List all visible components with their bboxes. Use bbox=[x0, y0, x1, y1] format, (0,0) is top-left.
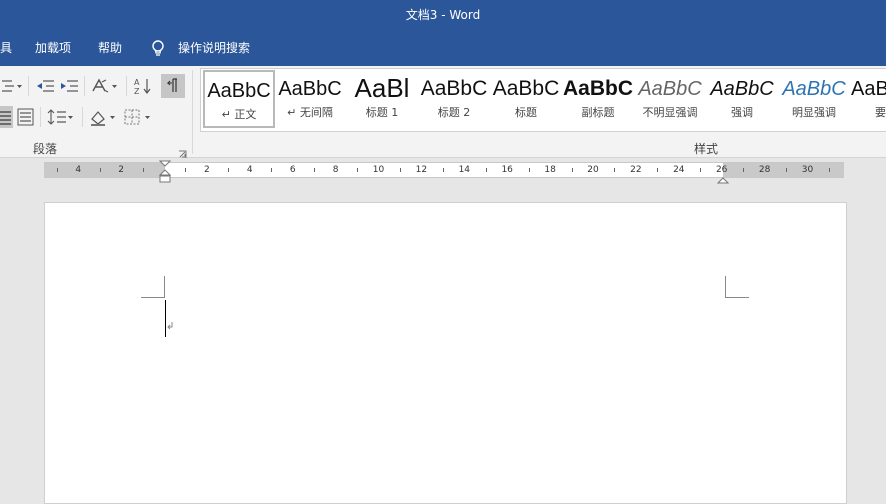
style-heading-1[interactable]: AaBl 标题 1 bbox=[347, 70, 417, 126]
svg-text:Z: Z bbox=[134, 87, 140, 96]
ruler-tick bbox=[528, 168, 530, 172]
group-divider bbox=[192, 70, 193, 154]
styles-group-label: 样式 bbox=[694, 142, 719, 156]
ruler-tick bbox=[743, 168, 745, 172]
ruler-tick bbox=[571, 168, 573, 172]
style-normal[interactable]: AaBbC ↵ 正文 bbox=[203, 70, 275, 128]
ruler-tick bbox=[786, 168, 788, 172]
document-page[interactable] bbox=[44, 202, 847, 504]
ruler-tick bbox=[314, 168, 316, 172]
show-marks-button[interactable] bbox=[161, 74, 185, 98]
divider bbox=[28, 76, 29, 96]
ruler-tick bbox=[56, 168, 58, 172]
style-heading-2[interactable]: AaBbC 标题 2 bbox=[419, 70, 489, 126]
style-strong-partial[interactable]: AaB 要 bbox=[851, 70, 886, 126]
ruler-label: 8 bbox=[332, 165, 339, 175]
ruler-label: 12 bbox=[415, 165, 428, 175]
distributed-align-icon[interactable] bbox=[16, 107, 36, 127]
increase-indent-icon[interactable] bbox=[58, 76, 80, 96]
ruler-label: 2 bbox=[204, 165, 210, 175]
ruler-tick bbox=[657, 168, 659, 172]
ruler-label: 16 bbox=[501, 165, 513, 175]
ruler-label: 14 bbox=[458, 165, 471, 175]
ruler-tick bbox=[485, 168, 487, 172]
ruler-label: 18 bbox=[544, 165, 556, 175]
ruler-label: 30 bbox=[801, 165, 814, 175]
ruler-label: 28 bbox=[758, 165, 771, 175]
indent-markers-icon[interactable] bbox=[158, 160, 172, 184]
ruler-tick bbox=[828, 168, 830, 172]
line-spacing-icon[interactable] bbox=[46, 107, 76, 127]
sort-icon[interactable]: AZ bbox=[132, 76, 154, 96]
ruler-label: 4 bbox=[75, 165, 82, 175]
divider bbox=[84, 76, 85, 96]
ruler-tick bbox=[700, 168, 702, 172]
divider bbox=[82, 107, 83, 127]
lightbulb-icon[interactable] bbox=[151, 40, 165, 58]
crop-mark-top-right bbox=[725, 276, 726, 298]
crop-mark-top-right bbox=[725, 297, 749, 298]
justify-button[interactable] bbox=[0, 106, 13, 128]
ruler-left-margin bbox=[44, 163, 165, 177]
multilevel-list-icon[interactable] bbox=[0, 76, 24, 96]
style-intense-emphasis[interactable]: AaBbC 明显强调 bbox=[779, 70, 849, 126]
divider bbox=[40, 107, 41, 127]
chinese-layout-icon[interactable] bbox=[90, 76, 120, 96]
ruler-label: 4 bbox=[246, 165, 253, 175]
ruler-tick bbox=[228, 168, 230, 172]
ruler-label: 6 bbox=[289, 165, 296, 175]
ruler-tick bbox=[442, 168, 444, 172]
style-emphasis[interactable]: AaBbC 强调 bbox=[707, 70, 777, 126]
crop-mark-top-left bbox=[141, 297, 165, 298]
tab-tools-partial[interactable]: 具 bbox=[0, 30, 12, 66]
ruler-label: 20 bbox=[587, 165, 599, 175]
shading-icon[interactable] bbox=[88, 107, 120, 127]
style-no-spacing[interactable]: AaBbC ↵ 无间隔 bbox=[275, 70, 345, 126]
ruler-tick bbox=[614, 168, 616, 172]
ruler-label: 10 bbox=[372, 165, 385, 175]
borders-icon[interactable] bbox=[122, 107, 154, 127]
tell-me-search[interactable]: 操作说明搜索 bbox=[178, 30, 250, 66]
style-subtle-emphasis[interactable]: AaBbC 不明显强调 bbox=[635, 70, 705, 126]
window-title: 文档3 - Word bbox=[405, 8, 481, 22]
ruler-tick bbox=[99, 168, 101, 172]
ruler-tick bbox=[399, 168, 401, 172]
tab-help[interactable]: 帮助 bbox=[98, 30, 122, 66]
style-title[interactable]: AaBbC 标题 bbox=[491, 70, 561, 126]
ruler-label: 24 bbox=[673, 165, 685, 175]
tab-addins[interactable]: 加载项 bbox=[35, 30, 71, 66]
ruler-right-margin bbox=[723, 163, 844, 177]
ruler-label: 2 bbox=[118, 165, 124, 175]
paragraph-mark-icon bbox=[166, 316, 174, 330]
paragraph-group-label: 段落 bbox=[33, 142, 58, 156]
ruler-label: 22 bbox=[630, 165, 642, 175]
ruler-tick bbox=[185, 168, 187, 172]
ruler-tick bbox=[142, 168, 144, 172]
divider bbox=[126, 76, 127, 96]
svg-text:A: A bbox=[134, 78, 140, 87]
crop-mark-top-left bbox=[164, 276, 165, 298]
ribbon-tabs-bar bbox=[0, 30, 886, 66]
ruler-tick bbox=[357, 168, 359, 172]
style-subtitle[interactable]: AaBbC 副标题 bbox=[563, 70, 633, 126]
ruler-tick bbox=[271, 168, 273, 172]
right-indent-marker-icon[interactable] bbox=[716, 170, 730, 184]
paragraph-dialog-launcher-icon[interactable] bbox=[178, 144, 187, 158]
decrease-indent-icon[interactable] bbox=[34, 76, 56, 96]
